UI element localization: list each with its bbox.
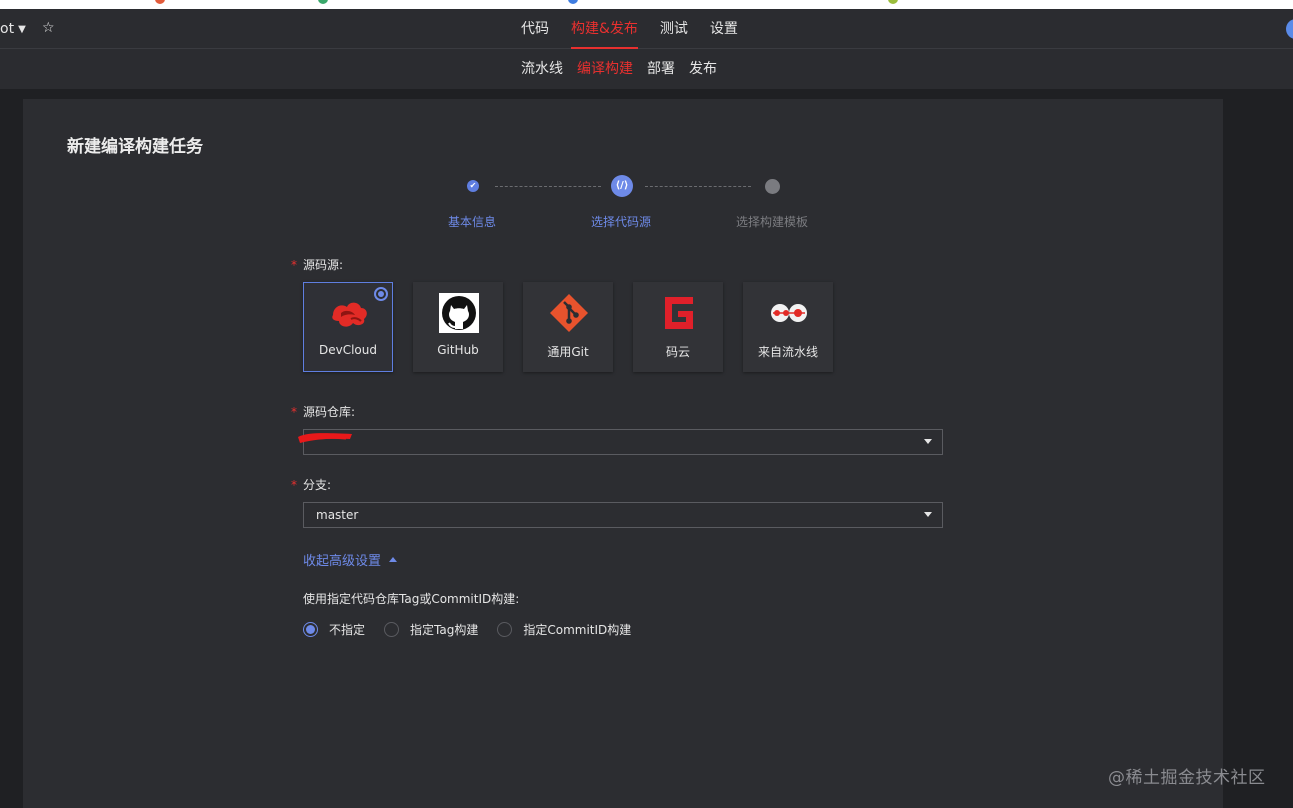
source-card-gitee[interactable]: 码云 bbox=[633, 282, 723, 372]
build-ref-radio-group: 不指定 指定Tag构建 指定CommitID构建 bbox=[303, 621, 631, 638]
star-icon[interactable]: ☆ bbox=[42, 20, 55, 36]
devcloud-logo-icon bbox=[332, 302, 367, 327]
subtab-release[interactable]: 发布 bbox=[682, 49, 724, 89]
step-pending-dot bbox=[765, 179, 780, 194]
step-current-code-icon: ⟨/⟩ bbox=[611, 175, 633, 197]
avatar[interactable] bbox=[1286, 19, 1293, 39]
required-mark: * bbox=[291, 258, 297, 272]
source-label: * 源码源: bbox=[291, 256, 343, 273]
subtab-build[interactable]: 编译构建 bbox=[570, 49, 640, 89]
radio-label: 不指定 bbox=[329, 623, 366, 637]
branch-select[interactable]: master bbox=[303, 502, 943, 528]
step-done-check-icon: ✔ bbox=[467, 180, 479, 192]
build-ref-label: 使用指定代码仓库Tag或CommitID构建: bbox=[303, 592, 520, 606]
watermark: @稀土掘金技术社区 bbox=[1108, 768, 1266, 788]
subtab-pipeline[interactable]: 流水线 bbox=[514, 49, 570, 89]
repo-label: * 源码仓库: bbox=[291, 403, 355, 420]
caret-down-icon bbox=[924, 439, 932, 444]
source-card-pipeline[interactable]: 来自流水线 bbox=[743, 282, 833, 372]
radio-tag[interactable]: 指定Tag构建 bbox=[384, 621, 478, 638]
advanced-toggle-label: 收起高级设置 bbox=[303, 554, 382, 569]
step-label-basic-info: 基本信息 bbox=[448, 215, 497, 229]
top-navigation: ot ▼ ☆ 代码 构建&发布 测试 设置 bbox=[0, 9, 1293, 49]
repo-label-text: 源码仓库: bbox=[303, 405, 356, 419]
source-card-devcloud[interactable]: DevCloud bbox=[303, 282, 393, 372]
radio-unchecked-icon[interactable] bbox=[384, 622, 400, 637]
source-label-text: 源码源: bbox=[303, 258, 344, 272]
sub-navigation: 流水线 编译构建 部署 发布 bbox=[0, 49, 1293, 89]
tab-code[interactable]: 代码 bbox=[510, 9, 560, 49]
step-connector bbox=[495, 186, 601, 187]
tab-test[interactable]: 测试 bbox=[649, 9, 699, 49]
required-mark: * bbox=[291, 478, 297, 492]
tab-build-release[interactable]: 构建&发布 bbox=[560, 9, 649, 49]
bookmark-favicon-icon bbox=[318, 0, 328, 4]
source-card-git[interactable]: 通用Git bbox=[523, 282, 613, 372]
main-tabs: 代码 构建&发布 测试 设置 bbox=[510, 9, 749, 49]
source-name: 码云 bbox=[665, 345, 690, 359]
bookmark-favicon-icon bbox=[888, 0, 898, 4]
source-name: 通用Git bbox=[547, 345, 589, 359]
radio-commit-id[interactable]: 指定CommitID构建 bbox=[497, 621, 631, 638]
subtab-deploy[interactable]: 部署 bbox=[640, 49, 682, 89]
radio-checked-icon[interactable] bbox=[303, 622, 318, 637]
source-name: DevCloud bbox=[318, 343, 377, 357]
bookmark-favicon-icon bbox=[155, 0, 165, 4]
github-logo-icon bbox=[439, 293, 479, 333]
page-title: 新建编译构建任务 bbox=[67, 137, 203, 157]
branch-label-text: 分支: bbox=[303, 478, 332, 492]
redaction-scribble bbox=[298, 433, 352, 443]
pipeline-logo-icon bbox=[771, 304, 807, 322]
source-card-github[interactable]: GitHub bbox=[413, 282, 503, 372]
sub-tabs: 流水线 编译构建 部署 发布 bbox=[514, 49, 724, 89]
branch-label: * 分支: bbox=[291, 476, 331, 493]
source-options: DevCloud GitHub 通用Git 码云 来自流水线 bbox=[303, 282, 833, 372]
repo-select[interactable] bbox=[298, 429, 943, 455]
collapse-advanced-toggle[interactable]: 收起高级设置 bbox=[303, 550, 398, 569]
selected-radio-icon bbox=[374, 287, 388, 301]
branch-value: master bbox=[316, 508, 359, 522]
gitee-logo-icon bbox=[665, 297, 693, 329]
tab-settings[interactable]: 设置 bbox=[699, 9, 749, 49]
bookmark-favicon-icon bbox=[568, 0, 578, 4]
step-connector bbox=[645, 186, 751, 187]
radio-unchecked-icon[interactable] bbox=[497, 622, 513, 637]
radio-label: 指定CommitID构建 bbox=[523, 623, 632, 637]
source-name: GitHub bbox=[437, 343, 479, 357]
caret-down-icon bbox=[924, 512, 932, 517]
browser-bookmark-bar bbox=[0, 0, 1293, 9]
source-name: 来自流水线 bbox=[757, 345, 818, 359]
main-panel: 新建编译构建任务 ✔ ⟨/⟩ 基本信息 选择代码源 选择构建模板 * 源码源: D… bbox=[23, 99, 1223, 808]
step-label-choose-template: 选择构建模板 bbox=[736, 215, 809, 229]
radio-no-ref[interactable]: 不指定 bbox=[303, 621, 365, 638]
project-switcher[interactable]: ot ▼ bbox=[0, 21, 26, 37]
project-name: ot bbox=[0, 21, 15, 37]
git-logo-icon bbox=[550, 294, 588, 332]
required-mark: * bbox=[291, 405, 297, 419]
caret-up-icon bbox=[389, 557, 398, 562]
chevron-down-icon: ▼ bbox=[18, 23, 26, 35]
step-label-choose-source: 选择代码源 bbox=[591, 215, 652, 229]
radio-label: 指定Tag构建 bbox=[410, 623, 479, 637]
